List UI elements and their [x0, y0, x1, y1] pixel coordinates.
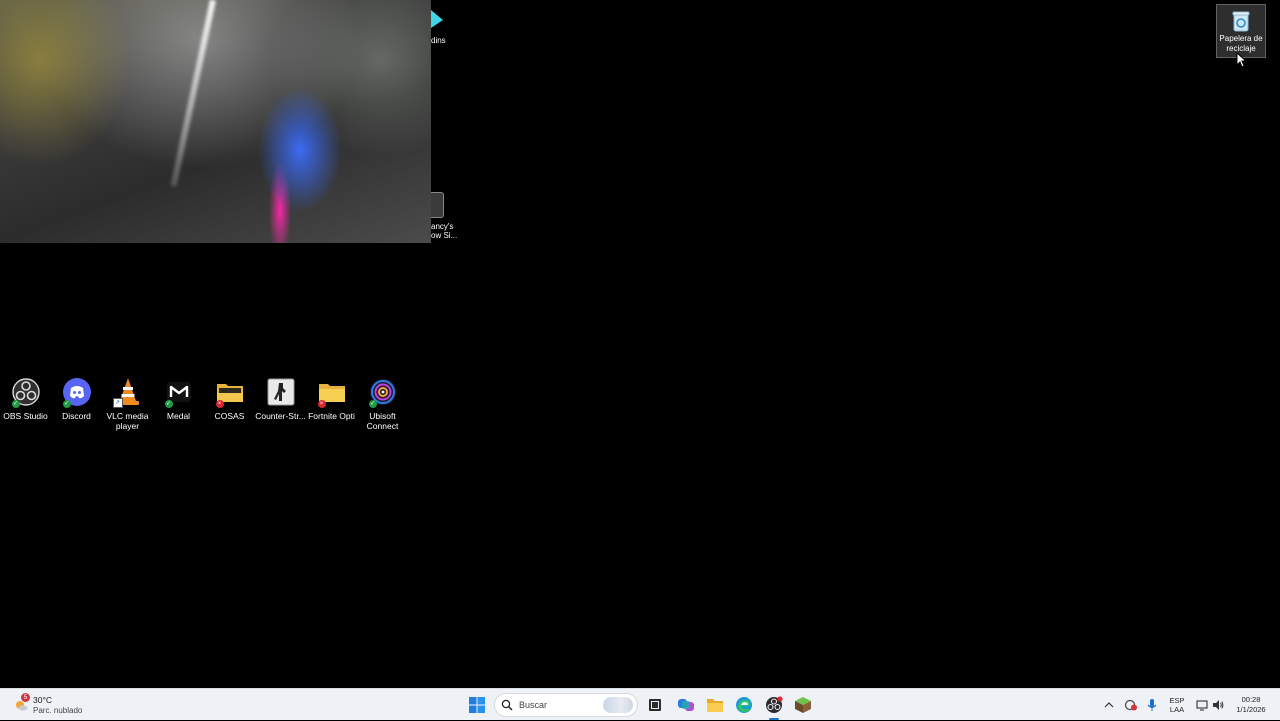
sync-error-badge-icon: ×	[215, 400, 224, 408]
sync-ok-badge-icon: ✓	[62, 400, 71, 408]
sync-error-badge-icon: ×	[317, 400, 326, 408]
language-code: ESP	[1169, 696, 1185, 705]
tray-network-button[interactable]	[1194, 689, 1210, 721]
chevron-up-icon	[1104, 702, 1114, 708]
desktop-icon-label: Medal	[166, 411, 191, 421]
desktop: dins ancy's ow Si... Papelera de recicla…	[0, 0, 1280, 688]
weather-widget[interactable]: 5 30°C Parc. nublado	[12, 692, 102, 718]
minecraft-button[interactable]	[791, 693, 815, 717]
sync-ok-badge-icon: ✓	[164, 400, 173, 408]
file-explorer-button[interactable]	[703, 693, 727, 717]
desktop-icon-obs-studio[interactable]: ✓ OBS Studio	[0, 376, 51, 431]
taskbar-clock[interactable]: 00:28 1/1/2026	[1230, 689, 1272, 721]
obs-icon: ✓	[10, 376, 42, 408]
show-hidden-icons-button[interactable]	[1101, 689, 1117, 721]
tray-microphone-button[interactable]	[1144, 689, 1160, 721]
task-view-button[interactable]	[643, 693, 667, 717]
sync-ok-badge-icon: ✓	[368, 400, 377, 408]
medal-icon: ✓	[163, 376, 195, 408]
file-explorer-icon	[707, 699, 723, 712]
discord-icon: ✓	[61, 376, 93, 408]
start-button[interactable]	[465, 693, 489, 717]
security-alert-icon	[1124, 699, 1137, 711]
desktop-icon-medal[interactable]: ✓ Medal	[153, 376, 204, 431]
volume-icon	[1213, 700, 1224, 710]
search-highlight-image	[603, 697, 633, 713]
folder-icon: ×	[316, 376, 348, 408]
vlc-icon: ↗	[112, 376, 144, 408]
desktop-icon-discord[interactable]: ✓ Discord	[51, 376, 102, 431]
recycle-bin-label: Papelera de reciclaje	[1219, 34, 1263, 53]
desktop-icon-label: Ubisoft Connect	[366, 411, 399, 431]
partial-icon-label-line2: ow Si...	[431, 231, 458, 240]
desktop-icon-label: VLC media player	[106, 411, 149, 431]
desktop-icon-counter-strike[interactable]: Counter-Str...	[255, 376, 306, 431]
desktop-icon-label: Discord	[62, 411, 91, 421]
desktop-icon-label: Fortnite Opti	[308, 411, 355, 421]
desktop-icon-fortnite-opti[interactable]: × Fortnite Opti	[306, 376, 357, 431]
weather-alert-badge: 5	[21, 693, 30, 702]
taskbar-search-box[interactable]: Buscar	[494, 693, 638, 717]
desktop-icon-row: ✓ OBS Studio ✓ Discord ↗ VLC media playe…	[0, 376, 408, 431]
edge-button[interactable]	[732, 693, 756, 717]
sync-ok-badge-icon: ✓	[11, 400, 20, 408]
webcam-preview-window	[0, 0, 431, 243]
taskbar: 5 30°C Parc. nublado Buscar ESP LAA 00:2…	[0, 688, 1280, 720]
task-view-icon	[649, 699, 661, 711]
weather-temperature: 30°C	[33, 695, 52, 705]
input-language-indicator[interactable]: ESP LAA	[1166, 689, 1188, 721]
partial-game-icon[interactable]	[431, 192, 444, 218]
edge-icon	[736, 697, 752, 713]
keyboard-layout-code: LAA	[1169, 705, 1185, 714]
recycle-bin-icon-item[interactable]: Papelera de reciclaje	[1216, 4, 1266, 58]
counter-strike-icon	[265, 376, 297, 408]
obs-icon	[766, 696, 783, 713]
desktop-icon-cosas[interactable]: × COSAS	[204, 376, 255, 431]
search-icon	[501, 699, 513, 711]
minecraft-icon	[795, 697, 811, 713]
desktop-icon-label: OBS Studio	[3, 411, 48, 421]
network-icon	[1196, 700, 1208, 711]
mouse-cursor-icon	[1236, 52, 1248, 68]
copilot-button[interactable]	[674, 693, 698, 717]
shortcut-arrow-icon: ↗	[112, 398, 123, 408]
ubisoft-icon: ✓	[367, 376, 399, 408]
desktop-icon-label: COSAS	[214, 411, 245, 421]
search-placeholder: Buscar	[519, 700, 548, 710]
desktop-icon-vlc[interactable]: ↗ VLC media player	[102, 376, 153, 431]
obs-taskbar-button[interactable]	[762, 693, 786, 720]
clock-date: 1/1/2026	[1236, 705, 1266, 714]
partial-icon-label: dins	[431, 36, 446, 45]
clock-time: 00:28	[1241, 695, 1261, 704]
light-streak	[170, 0, 216, 187]
partial-app-icon[interactable]	[431, 8, 443, 30]
windows-start-icon	[469, 697, 485, 713]
microphone-icon	[1147, 699, 1157, 711]
desktop-icon-ubisoft-connect[interactable]: ✓ Ubisoft Connect	[357, 376, 408, 431]
copilot-icon	[678, 699, 694, 711]
tray-volume-button[interactable]	[1210, 689, 1226, 721]
desktop-icon-label: Counter-Str...	[255, 411, 306, 421]
weather-condition: Parc. nublado	[33, 706, 83, 715]
tray-security-button[interactable]	[1122, 689, 1140, 721]
folder-icon: ×	[214, 376, 246, 408]
recycle-bin-icon	[1232, 10, 1250, 32]
